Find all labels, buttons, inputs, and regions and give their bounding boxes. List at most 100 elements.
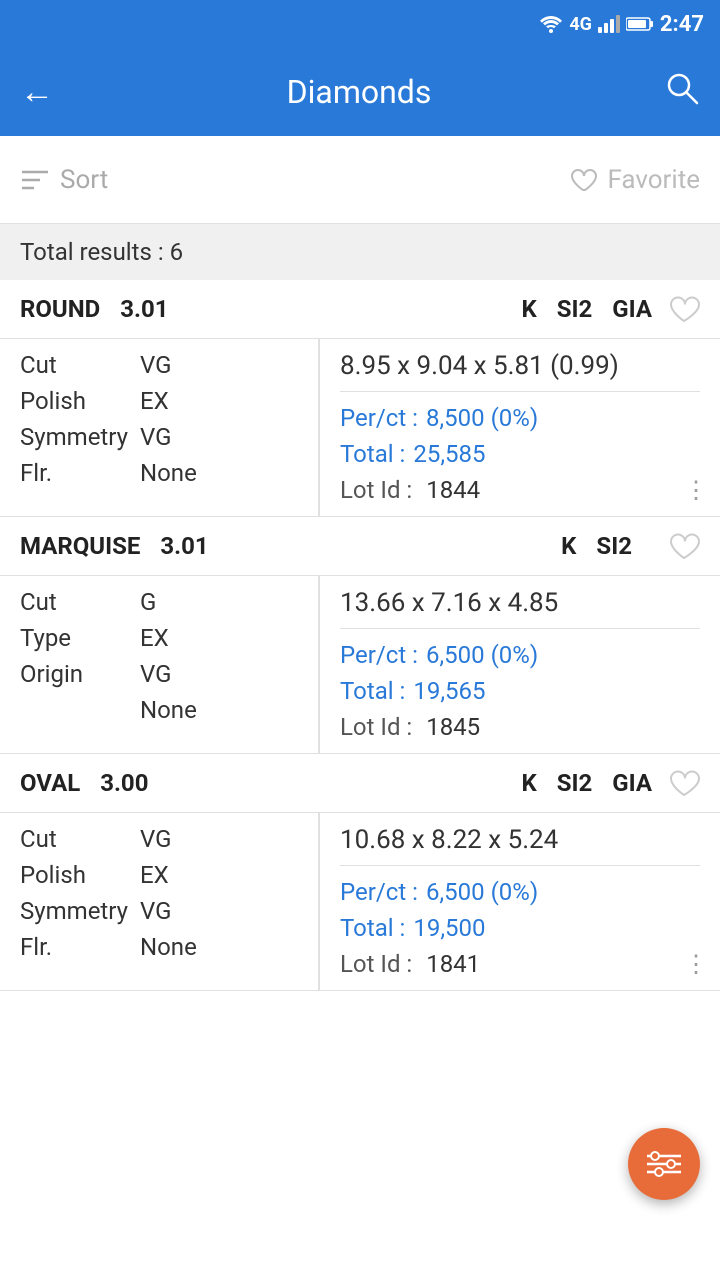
total-row-1: Total : 19,565 [340,677,700,705]
card-carat-2: 3.00 [100,769,148,797]
filter-icon [645,1148,683,1180]
cut-value-0: VG [140,351,171,379]
lot-value-2: 1841 [426,950,480,978]
flr-label-0: Flr. [20,459,140,487]
card-clarity-0: SI2 [557,295,593,323]
card-body-2: Cut VG Polish EX Symmetry VG Flr. None 1… [0,813,720,990]
card-body-1: Cut G Type EX Origin VG None 13.66 x 7.1… [0,576,720,753]
card-clarity-2: SI2 [557,769,593,797]
more-button-0[interactable]: ⋮ [684,476,708,504]
flr-value-1: None [140,696,197,724]
card-header-1: MARQUISE 3.01 K SI2 [0,517,720,576]
lot-value-0: 1844 [426,476,480,504]
signal-icon [598,15,620,33]
total-label-1: Total : [340,677,405,705]
card-carat-1: 3.01 [160,532,208,560]
polish-value-2: EX [140,861,169,889]
heart-icon-2[interactable] [668,768,700,798]
total-label-2: Total : [340,914,405,942]
card-cert-0: GIA [612,295,652,323]
perct-value-0: 8,500 (0%) [426,404,538,432]
symmetry-value-0: VG [140,423,171,451]
diamond-card-1: MARQUISE 3.01 K SI2 Cut G Type EX Origin [0,517,720,754]
lot-row-1: Lot Id : 1845 [340,713,700,741]
dims-2: 10.68 x 8.22 x 5.24 [340,825,700,866]
total-value-2: 19,500 [413,914,485,942]
diamond-card-2: OVAL 3.00 K SI2 GIA Cut VG Polish EX Sym… [0,754,720,991]
network-type: 4G [569,14,592,35]
symmetry-label-0: Symmetry [20,423,140,451]
heart-icon-0[interactable] [668,294,700,324]
total-results: Total results : 6 [0,224,720,280]
app-bar: ← Diamonds [0,48,720,136]
card-right-2: 10.68 x 8.22 x 5.24 Per/ct : 6,500 (0%) … [320,813,720,990]
card-body-0: Cut VG Polish EX Symmetry VG Flr. None 8… [0,339,720,516]
lot-value-1: 1845 [426,713,480,741]
status-bar: 4G 2:47 [0,0,720,48]
filter-fab[interactable] [628,1128,700,1200]
type-label-1: Type [20,624,140,652]
card-shape-2: OVAL [20,769,80,797]
perct-label-1: Per/ct : [340,641,418,669]
favorite-button[interactable]: Favorite [569,165,700,195]
sort-button[interactable]: Sort [20,165,108,195]
perct-row-0: Per/ct : 8,500 (0%) [340,404,700,432]
cut-value-1: G [140,588,156,616]
cut-label-2: Cut [20,825,140,853]
flr-value-0: None [140,459,197,487]
app-title: Diamonds [287,73,432,111]
symmetry-label-2: Symmetry [20,897,140,925]
card-color-0: K [521,295,536,323]
more-button-2[interactable]: ⋮ [684,950,708,978]
flr-value-2: None [140,933,197,961]
perct-value-1: 6,500 (0%) [426,641,538,669]
search-button[interactable] [664,70,700,114]
card-shape-1: MARQUISE [20,532,140,560]
sort-label: Sort [60,165,108,195]
total-value-1: 19,565 [413,677,485,705]
total-value-0: 25,585 [413,440,485,468]
card-left-1: Cut G Type EX Origin VG None [0,576,320,753]
polish-label-0: Polish [20,387,140,415]
card-left-0: Cut VG Polish EX Symmetry VG Flr. None [0,339,320,516]
polish-label-2: Polish [20,861,140,889]
perct-row-2: Per/ct : 6,500 (0%) [340,878,700,906]
lot-row-2: Lot Id : 1841 [340,950,700,978]
origin-value-1: VG [140,660,171,688]
card-color-1: K [561,532,576,560]
cut-value-2: VG [140,825,171,853]
perct-value-2: 6,500 (0%) [426,878,538,906]
lot-label-1: Lot Id : [340,713,412,741]
perct-label-0: Per/ct : [340,404,418,432]
flr-label-2: Flr. [20,933,140,961]
diamonds-list: ROUND 3.01 K SI2 GIA Cut VG Polish EX Sy… [0,280,720,991]
symmetry-value-2: VG [140,897,171,925]
toolbar: Sort Favorite [0,136,720,224]
back-button[interactable]: ← [20,72,54,112]
diamond-card-0: ROUND 3.01 K SI2 GIA Cut VG Polish EX Sy… [0,280,720,517]
card-right-0: 8.95 x 9.04 x 5.81 (0.99) Per/ct : 8,500… [320,339,720,516]
lot-label-0: Lot Id : [340,476,412,504]
battery-icon [626,16,654,32]
cut-label-0: Cut [20,351,140,379]
cut-label-1: Cut [20,588,140,616]
type-value-1: EX [140,624,169,652]
card-color-2: K [521,769,536,797]
total-row-0: Total : 25,585 [340,440,700,468]
heart-outline-icon [569,167,597,193]
lot-row-0: Lot Id : 1844 [340,476,700,504]
card-shape-0: ROUND [20,295,100,323]
dims-1: 13.66 x 7.16 x 4.85 [340,588,700,629]
card-header-2: OVAL 3.00 K SI2 GIA [0,754,720,813]
origin-label-1: Origin [20,660,140,688]
perct-label-2: Per/ct : [340,878,418,906]
status-time: 2:47 [660,12,704,37]
card-header-0: ROUND 3.01 K SI2 GIA [0,280,720,339]
heart-icon-1[interactable] [668,531,700,561]
card-cert-2: GIA [612,769,652,797]
dims-0: 8.95 x 9.04 x 5.81 (0.99) [340,351,700,392]
card-left-2: Cut VG Polish EX Symmetry VG Flr. None [0,813,320,990]
polish-value-0: EX [140,387,169,415]
total-label-0: Total : [340,440,405,468]
wifi-icon [539,15,563,33]
